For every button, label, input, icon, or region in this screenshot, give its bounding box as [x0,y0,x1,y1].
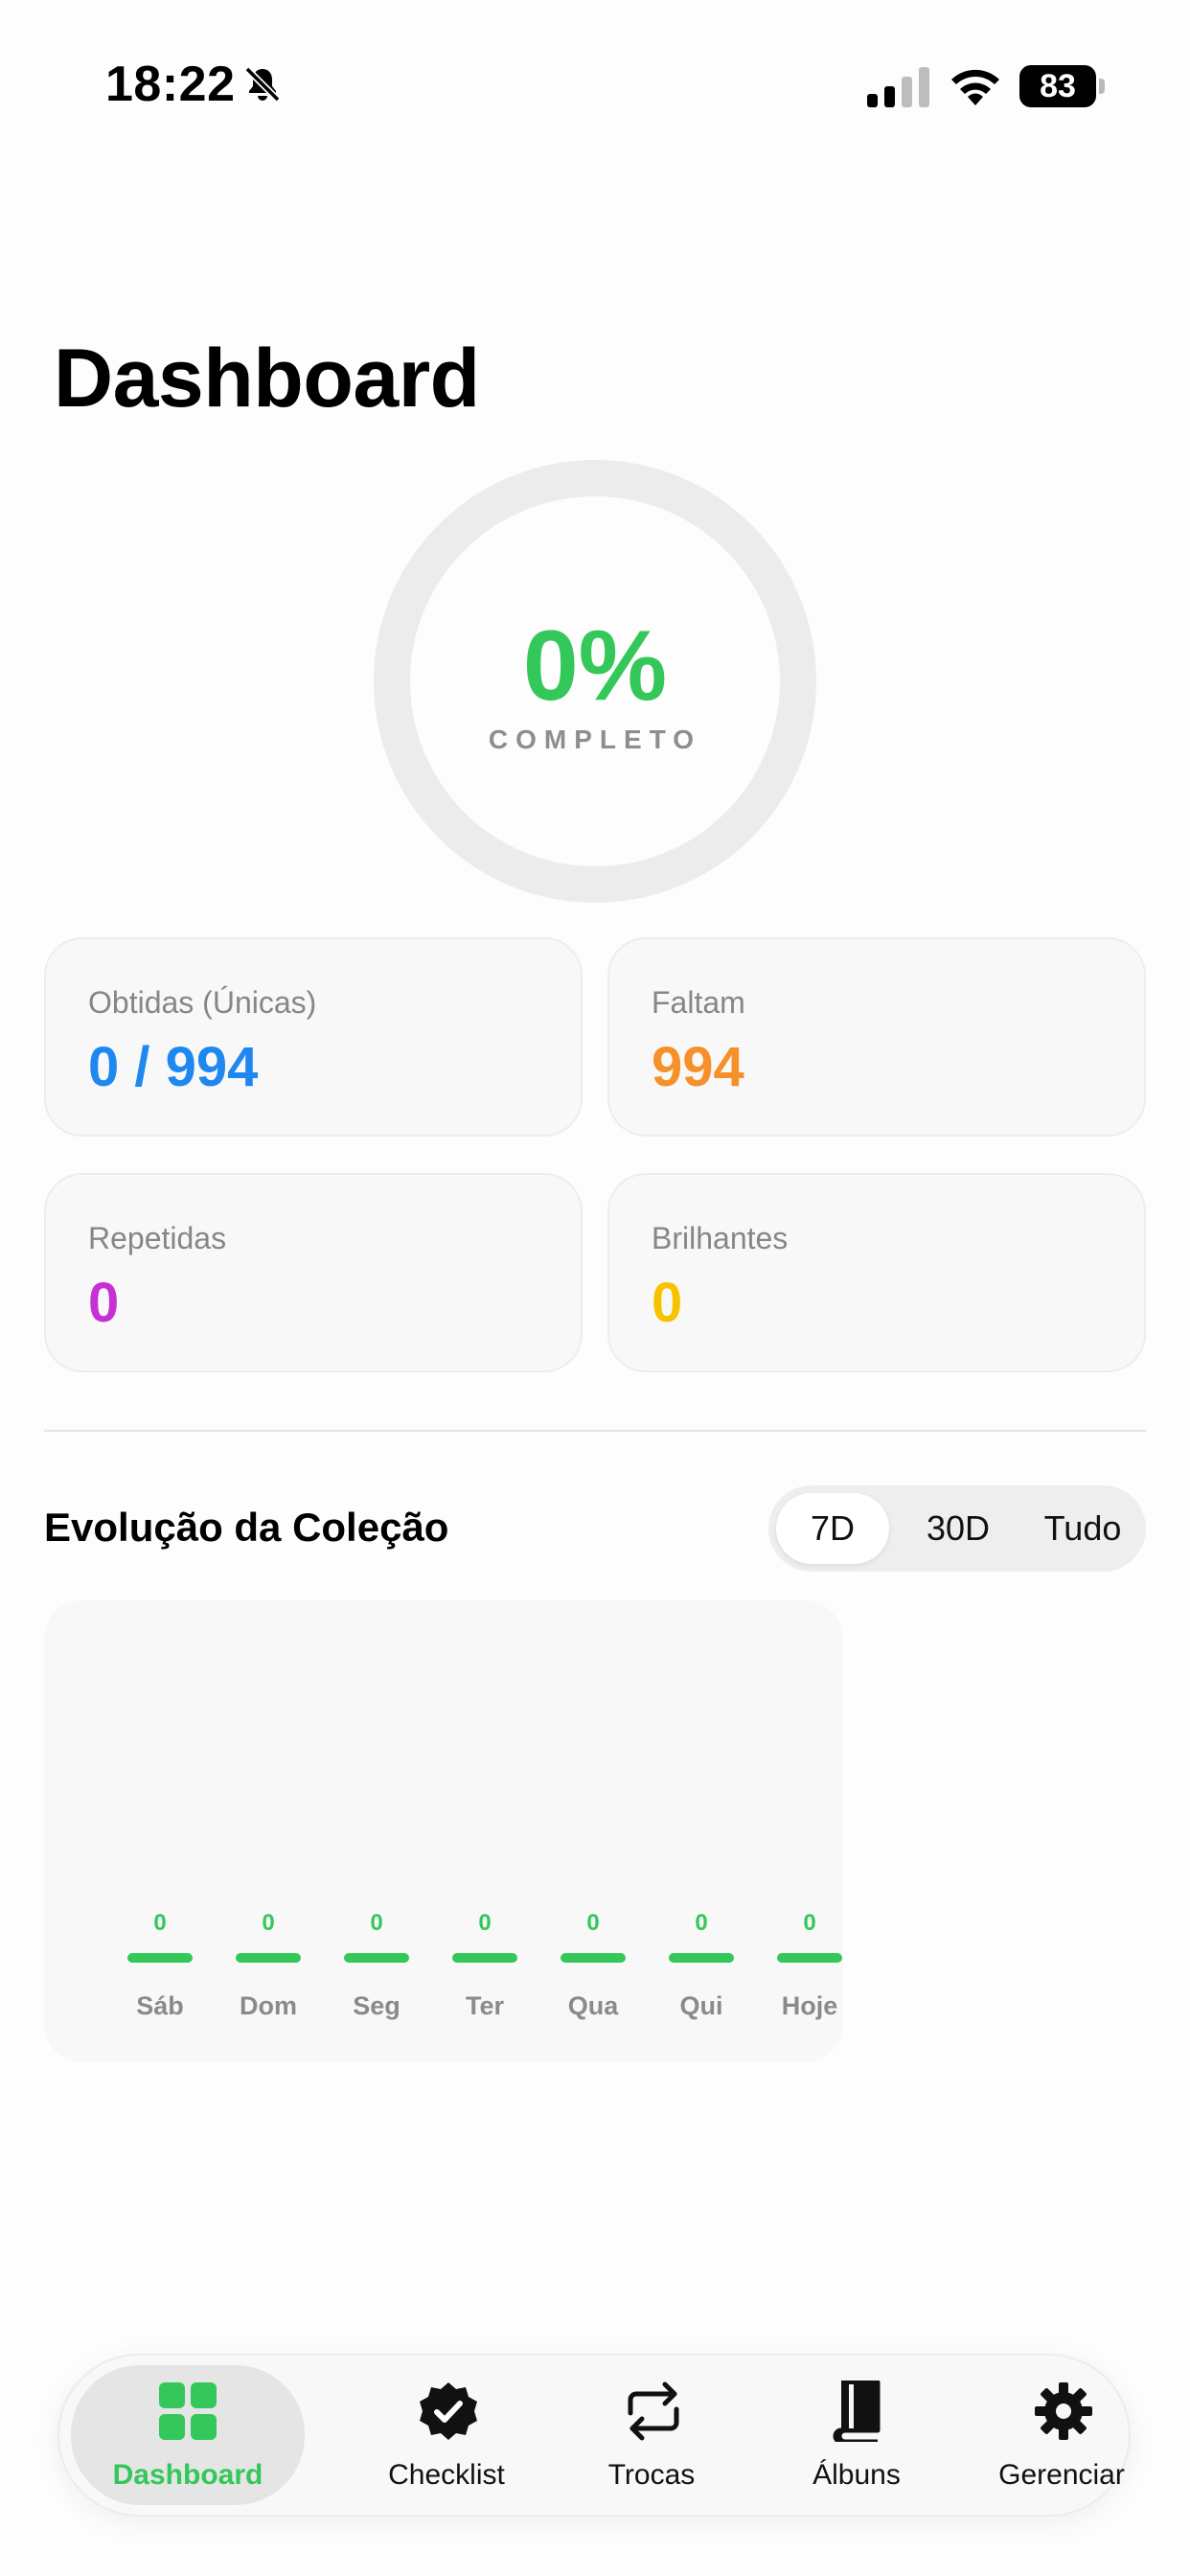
range-segmented-control: 7D 30D Tudo [768,1485,1146,1572]
stat-label: Repetidas [88,1221,227,1255]
range-option-all[interactable]: Tudo [1023,1493,1142,1564]
chart-category-label: Seg [353,1991,400,2020]
divider [44,1430,1146,1432]
stat-label: Faltam [652,985,745,1020]
chart-bar [777,1953,842,1963]
chart-bar [452,1953,517,1963]
stat-card-duplicates: Repetidas 0 [44,1173,583,1372]
wifi-icon [951,69,999,105]
range-option-30d[interactable]: 30D [897,1493,1019,1564]
book-icon [833,2380,881,2442]
gear-icon [1035,2382,1092,2440]
tab-checklist[interactable]: Checklist [341,2356,552,2515]
stat-value: 994 [652,1036,744,1098]
chart-value-label: 0 [370,1910,382,1936]
evolution-chart: 0 Sáb 0 Dom 0 Seg 0 Ter 0 Qua 0 Qui 0 Hoje [44,1600,843,2062]
chart-bar [344,1953,409,1963]
battery-indicator: 83 [1019,65,1106,107]
chart-bar [561,1953,626,1963]
chart-value-label: 0 [262,1910,274,1936]
stat-value: 0 [652,1272,683,1334]
chart-bar [127,1953,193,1963]
tab-albuns[interactable]: Álbuns [751,2356,962,2515]
chart-category-label: Qui [680,1991,723,2020]
stat-card-missing: Faltam 994 [607,937,1146,1137]
stat-label: Brilhantes [652,1221,789,1255]
chart-value-label: 0 [478,1910,491,1936]
page-title: Dashboard [54,333,480,425]
chart-category-label: Ter [466,1991,505,2020]
tab-dashboard[interactable]: Dashboard [71,2365,305,2505]
stat-label: Obtidas (Únicas) [88,985,317,1020]
cellular-signal-icon [867,67,929,107]
stat-value: 0 / 994 [88,1036,259,1098]
chart-value-label: 0 [803,1910,815,1936]
tab-bar: Dashboard Checklist Trocas Álbuns Gerenc… [57,2354,1131,2517]
tab-label: Trocas [607,2459,696,2491]
chart-category-label: Sáb [136,1991,184,2020]
chart-value-label: 0 [695,1910,707,1936]
chart-canvas: 0 Sáb 0 Dom 0 Seg 0 Ter 0 Qua 0 Qui 0 Hoje [127,1910,842,2020]
stat-card-unique: Obtidas (Únicas) 0 / 994 [44,937,583,1137]
chart-value-label: 0 [153,1910,166,1936]
range-option-7d[interactable]: 7D [776,1493,889,1564]
stat-value: 0 [88,1272,120,1334]
chart-bar [669,1953,734,1963]
status-time: 18:22 [105,57,236,112]
tab-gerenciar[interactable]: Gerenciar [956,2356,1167,2515]
tab-label: Álbuns [812,2459,901,2491]
tab-label: Dashboard [112,2459,263,2491]
chart-bar [236,1953,301,1963]
progress-label: COMPLETO [488,724,702,754]
chart-category-label: Qua [568,1991,619,2020]
battery-level: 83 [1019,65,1096,107]
stat-card-shiny: Brilhantes 0 [607,1173,1146,1372]
bell-slash-icon [244,66,281,103]
grid-icon [159,2382,217,2440]
tab-label: Gerenciar [998,2459,1125,2491]
chart-value-label: 0 [586,1910,599,1936]
section-title: Evolução da Coleção [44,1505,449,1550]
chart-category-label: Hoje [782,1991,838,2020]
tab-label: Checklist [388,2459,505,2491]
progress-percent: 0% [522,610,668,722]
tab-trocas[interactable]: Trocas [546,2356,757,2515]
chart-category-label: Dom [240,1991,297,2020]
swap-arrows-icon [628,2381,679,2441]
verified-badge-icon [420,2382,477,2440]
